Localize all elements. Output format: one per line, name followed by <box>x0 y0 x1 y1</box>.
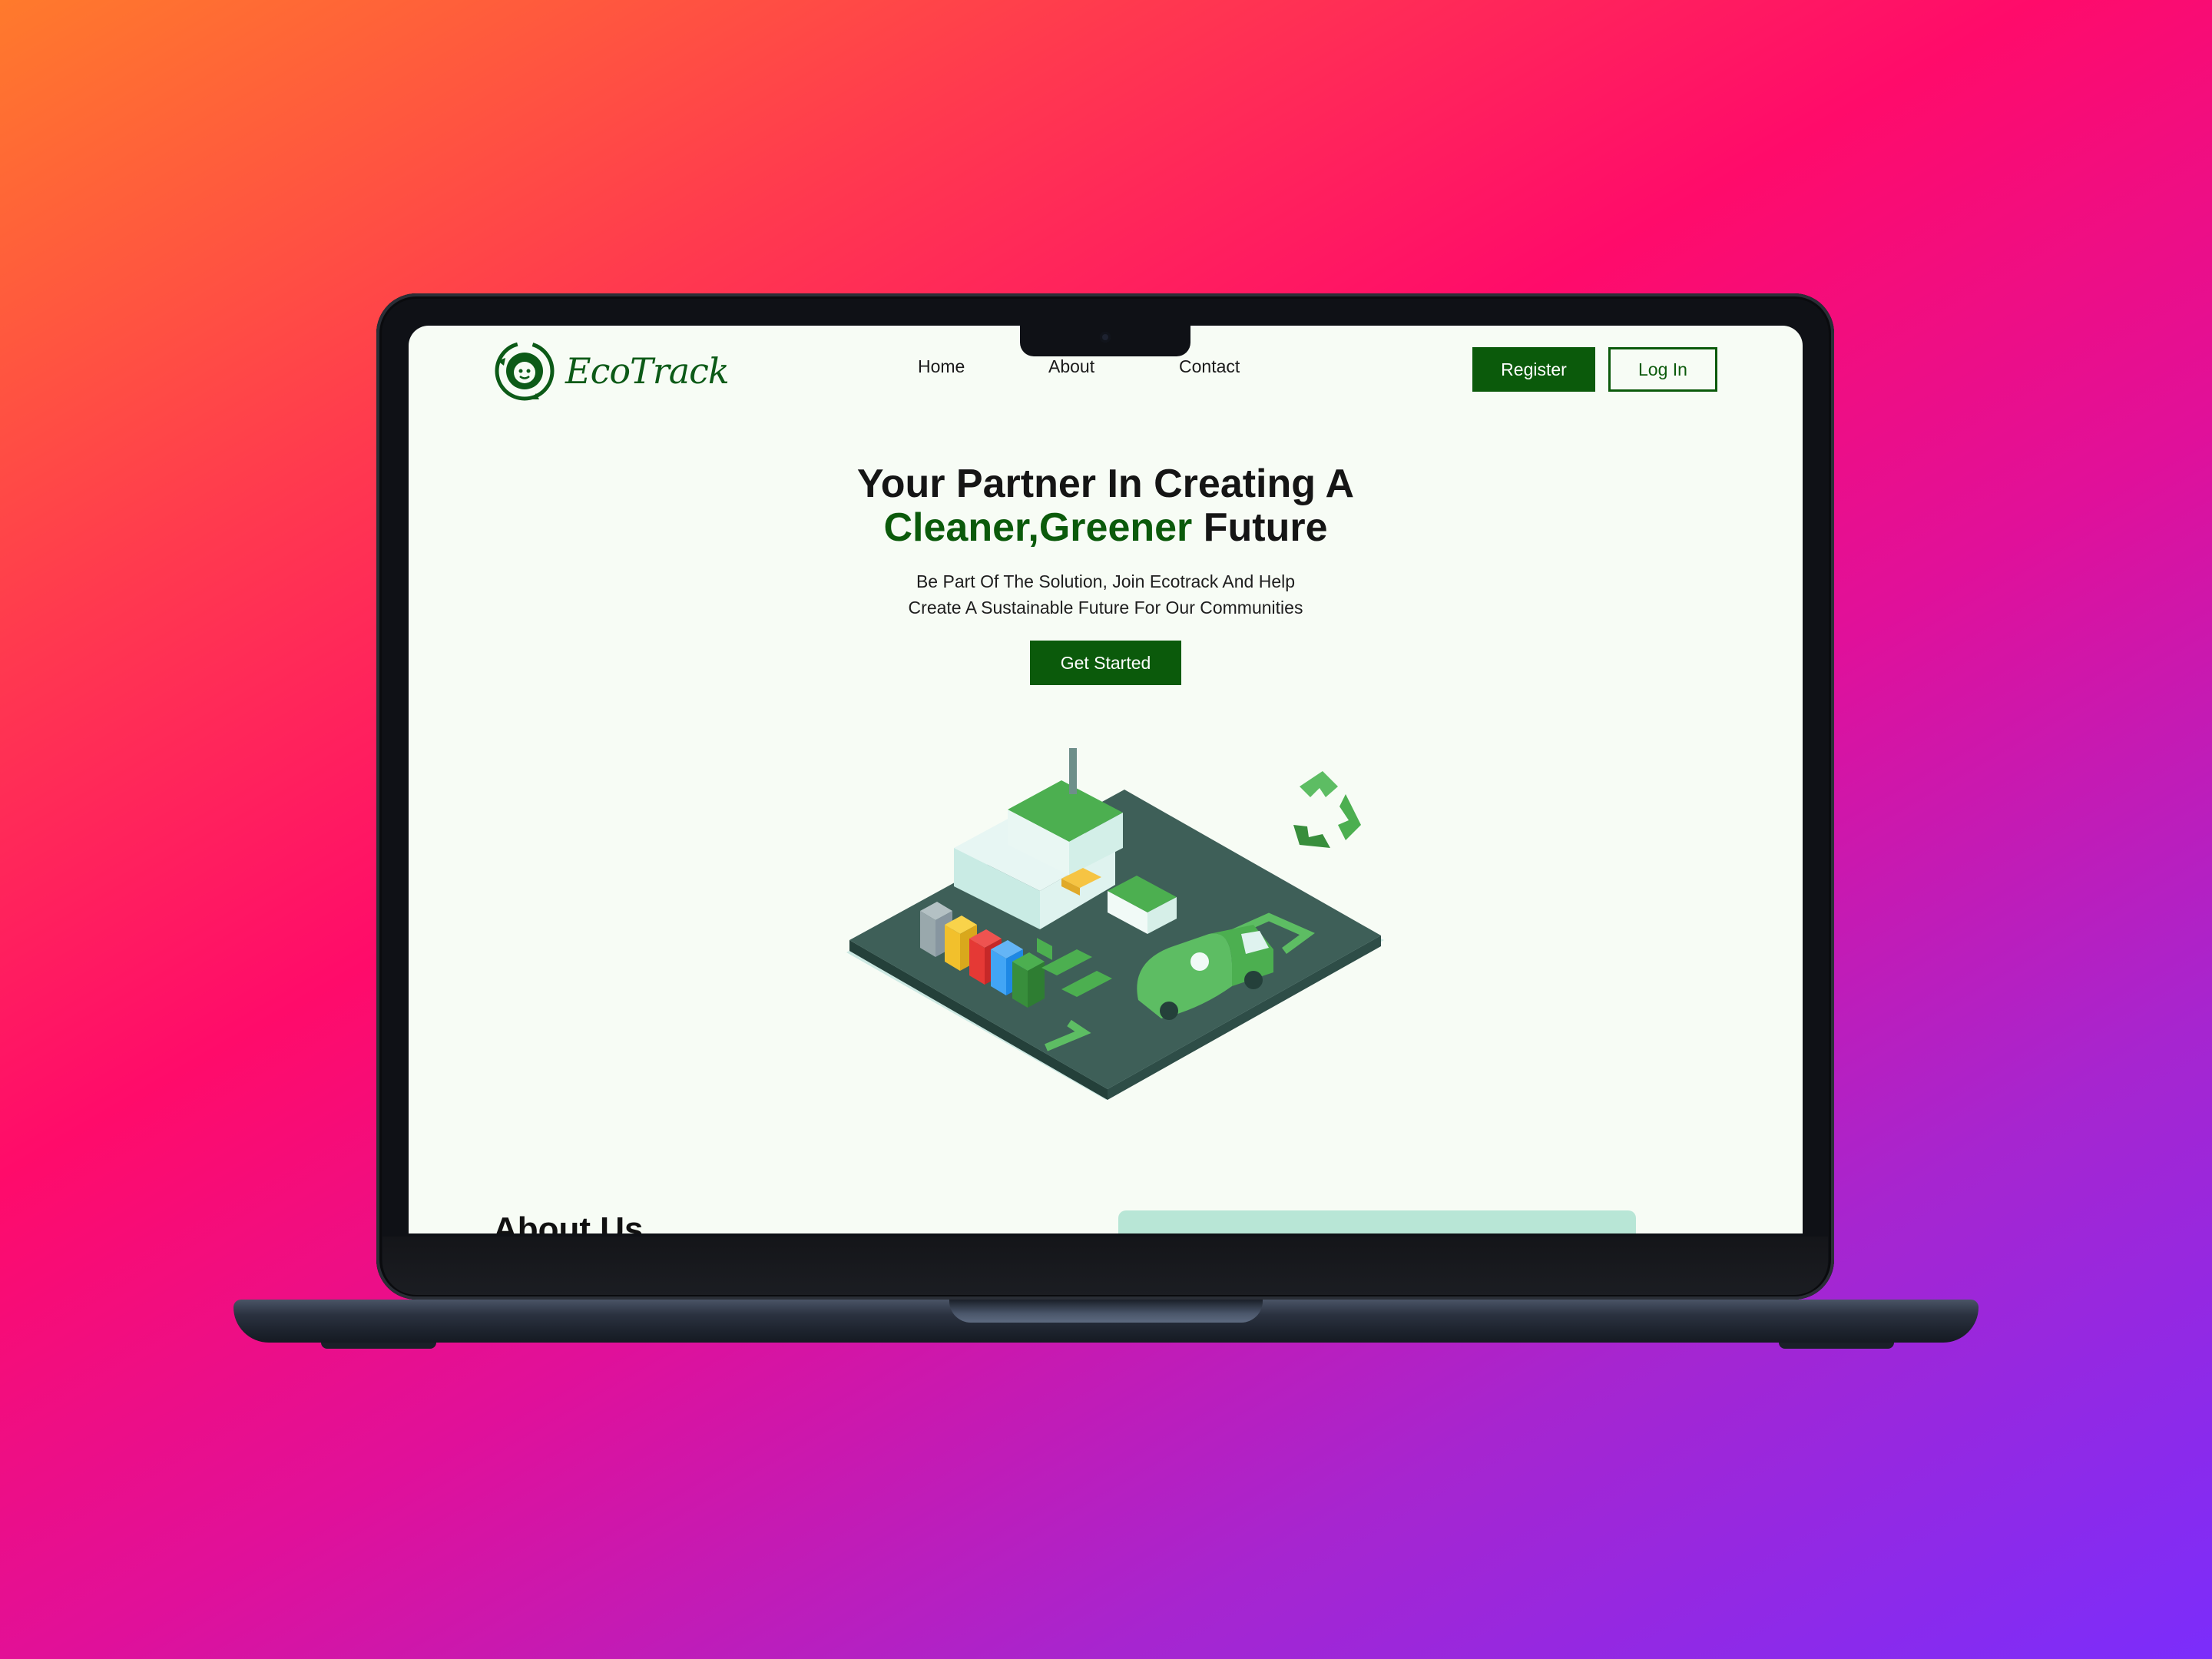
hero-title: Your Partner In Creating A Cleaner,Green… <box>409 462 1803 550</box>
brand-name: EcoTrack <box>565 350 730 392</box>
recycling-plant-illustration <box>846 748 1384 1100</box>
hero-subtitle-line1: Be Part Of The Solution, Join Ecotrack A… <box>916 571 1296 591</box>
recycle-earth-icon <box>495 341 555 401</box>
about-image-card <box>1118 1210 1636 1233</box>
camera-icon <box>1100 332 1111 343</box>
nav-contact[interactable]: Contact <box>1179 356 1240 377</box>
laptop-foot-left <box>321 1343 436 1349</box>
nav-about[interactable]: About <box>1048 356 1094 377</box>
register-button[interactable]: Register <box>1472 347 1595 392</box>
hero-title-rest: Future <box>1192 505 1328 550</box>
hero-subtitle-line2: Create A Sustainable Future For Our Comm… <box>908 598 1303 618</box>
login-button[interactable]: Log In <box>1608 347 1717 392</box>
laptop-opening-groove <box>949 1300 1263 1323</box>
laptop-screen: EcoTrack Home About Contact Register Log… <box>409 326 1803 1233</box>
laptop-bezel-bottom <box>382 1237 1828 1295</box>
laptop-foot-right <box>1779 1343 1894 1349</box>
hero-title-line1: Your Partner In Creating A <box>856 462 1355 506</box>
hero-title-highlight: Cleaner,Greener <box>883 505 1193 550</box>
logo[interactable]: EcoTrack <box>492 338 730 404</box>
about-section-title: About Us <box>493 1210 644 1233</box>
hero-title-line2: Cleaner,Greener Future <box>409 506 1803 550</box>
hero-subtitle: Be Part Of The Solution, Join Ecotrack A… <box>409 568 1803 621</box>
camera-notch <box>1020 326 1190 356</box>
nav-home[interactable]: Home <box>918 356 965 377</box>
get-started-button[interactable]: Get Started <box>1030 641 1181 685</box>
